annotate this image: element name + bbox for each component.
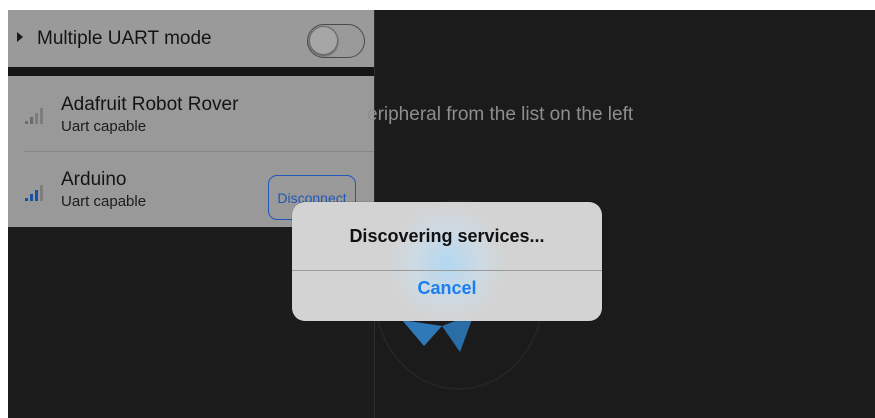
signal-strength-icon [25,185,47,201]
device-subtitle: Uart capable [61,118,147,135]
discovering-services-alert: Discovering services... Cancel [292,202,602,321]
alert-separator [292,270,602,271]
select-peripheral-instruction: eripheral from the list on the left [367,104,634,125]
tap-highlight [387,206,507,321]
uart-mode-label: Multiple UART mode [37,28,212,49]
app-screen: Multiple UART mode Adafruit Robot Rover … [8,10,875,418]
header-separator [8,67,374,76]
disclosure-triangle-icon[interactable] [17,32,23,42]
uart-mode-toggle[interactable] [307,24,365,58]
signal-strength-icon [25,108,47,124]
uart-mode-header[interactable]: Multiple UART mode [8,10,374,67]
toggle-knob [309,26,338,55]
cancel-button[interactable]: Cancel [292,278,602,299]
device-name: Adafruit Robot Rover [61,94,239,115]
device-row-adafruit-robot-rover[interactable]: Adafruit Robot Rover Uart capable [8,76,374,152]
device-name: Arduino [61,169,127,190]
alert-title: Discovering services... [349,226,545,246]
device-subtitle: Uart capable [61,193,147,210]
